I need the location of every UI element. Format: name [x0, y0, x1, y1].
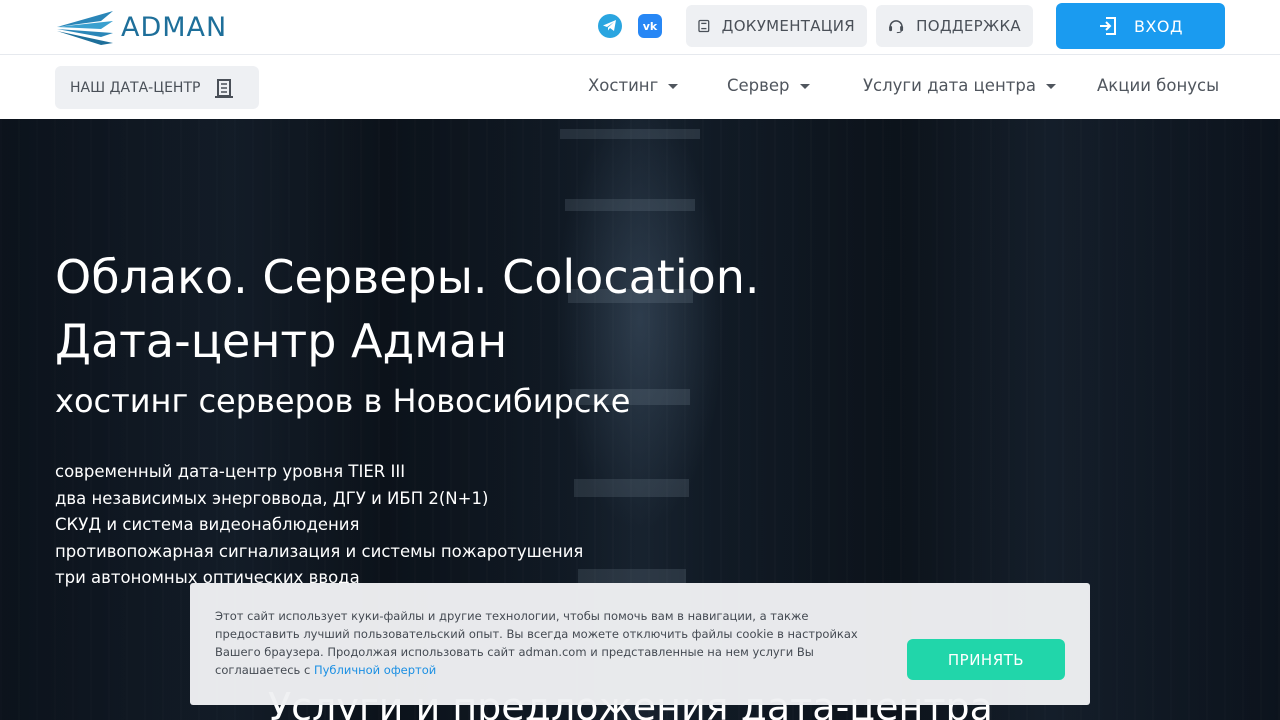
- nav-item-hosting[interactable]: Хостинг: [588, 76, 679, 95]
- logo-text: ADMAN: [121, 11, 228, 43]
- nav-item-server[interactable]: Сервер: [727, 76, 810, 95]
- feature-list: современный дата-центр уровня TIER III д…: [55, 459, 583, 592]
- headset-icon: [889, 20, 904, 34]
- public-offer-link[interactable]: Публичной офертой: [314, 663, 436, 677]
- feature-item: противопожарная сигнализация и системы п…: [55, 541, 584, 561]
- support-button[interactable]: ПОДДЕРЖКА: [876, 5, 1033, 47]
- caret-down-icon: [1045, 84, 1056, 89]
- cookie-banner: Этот сайт использует куки-файлы и другие…: [190, 583, 1090, 705]
- top-bar: ADMAN vk ДОКУМЕНТАЦИЯ ПОДДЕРЖКА ВХОД: [0, 0, 1280, 55]
- datacenter-button[interactable]: НАШ ДАТА-ЦЕНТР: [55, 66, 259, 109]
- telegram-icon: [603, 20, 616, 31]
- hero-title: Облако. Серверы. Colocation. Дата-центр …: [55, 245, 760, 373]
- nav-item-label: Сервер: [727, 76, 790, 95]
- cookie-message: Этот сайт использует куки-файлы и другие…: [215, 609, 858, 677]
- vk-link[interactable]: vk: [638, 14, 662, 38]
- hero-subtitle: хостинг серверов в Новосибирске: [55, 382, 631, 420]
- site-logo[interactable]: ADMAN: [55, 6, 227, 48]
- hero-title-line: Дата-центр Адман: [55, 314, 508, 368]
- vk-icon: vk: [642, 19, 658, 33]
- documentation-label: ДОКУМЕНТАЦИЯ: [721, 17, 855, 35]
- logo-icon: [57, 11, 113, 45]
- support-label: ПОДДЕРЖКА: [916, 17, 1021, 35]
- main-nav: НАШ ДАТА-ЦЕНТР Хостинг Сервер Услуги дат…: [0, 56, 1280, 119]
- nav-item-label: Услуги дата центра: [863, 76, 1036, 95]
- nav-item-label: Хостинг: [588, 76, 659, 95]
- datacenter-label: НАШ ДАТА-ЦЕНТР: [70, 79, 201, 96]
- nav-item-label: Акции бонусы: [1097, 76, 1220, 95]
- login-button[interactable]: ВХОД: [1056, 3, 1225, 49]
- accept-label: ПРИНЯТЬ: [947, 650, 1025, 669]
- feature-item: два независимых энерговвода, ДГУ и ИБП 2…: [55, 488, 489, 508]
- feature-item: современный дата-центр уровня TIER III: [55, 462, 406, 481]
- documentation-button[interactable]: ДОКУМЕНТАЦИЯ: [686, 5, 867, 47]
- hero-title-line: Облако. Серверы. Colocation.: [55, 250, 760, 304]
- telegram-link[interactable]: [598, 14, 622, 38]
- book-icon: [698, 19, 710, 33]
- login-label: ВХОД: [1133, 16, 1184, 36]
- feature-item: СКУД и система видеонаблюдения: [55, 515, 360, 534]
- nav-item-promotions[interactable]: Акции бонусы: [1097, 76, 1219, 95]
- accept-cookies-button[interactable]: ПРИНЯТЬ: [907, 639, 1065, 680]
- server-rack-icon: [215, 78, 234, 98]
- cookie-text: Этот сайт использует куки-файлы и другие…: [215, 607, 865, 679]
- login-icon: [1099, 17, 1116, 35]
- caret-down-icon: [668, 84, 679, 89]
- nav-item-datacenter-services[interactable]: Услуги дата центра: [863, 76, 1056, 95]
- caret-down-icon: [799, 84, 810, 89]
